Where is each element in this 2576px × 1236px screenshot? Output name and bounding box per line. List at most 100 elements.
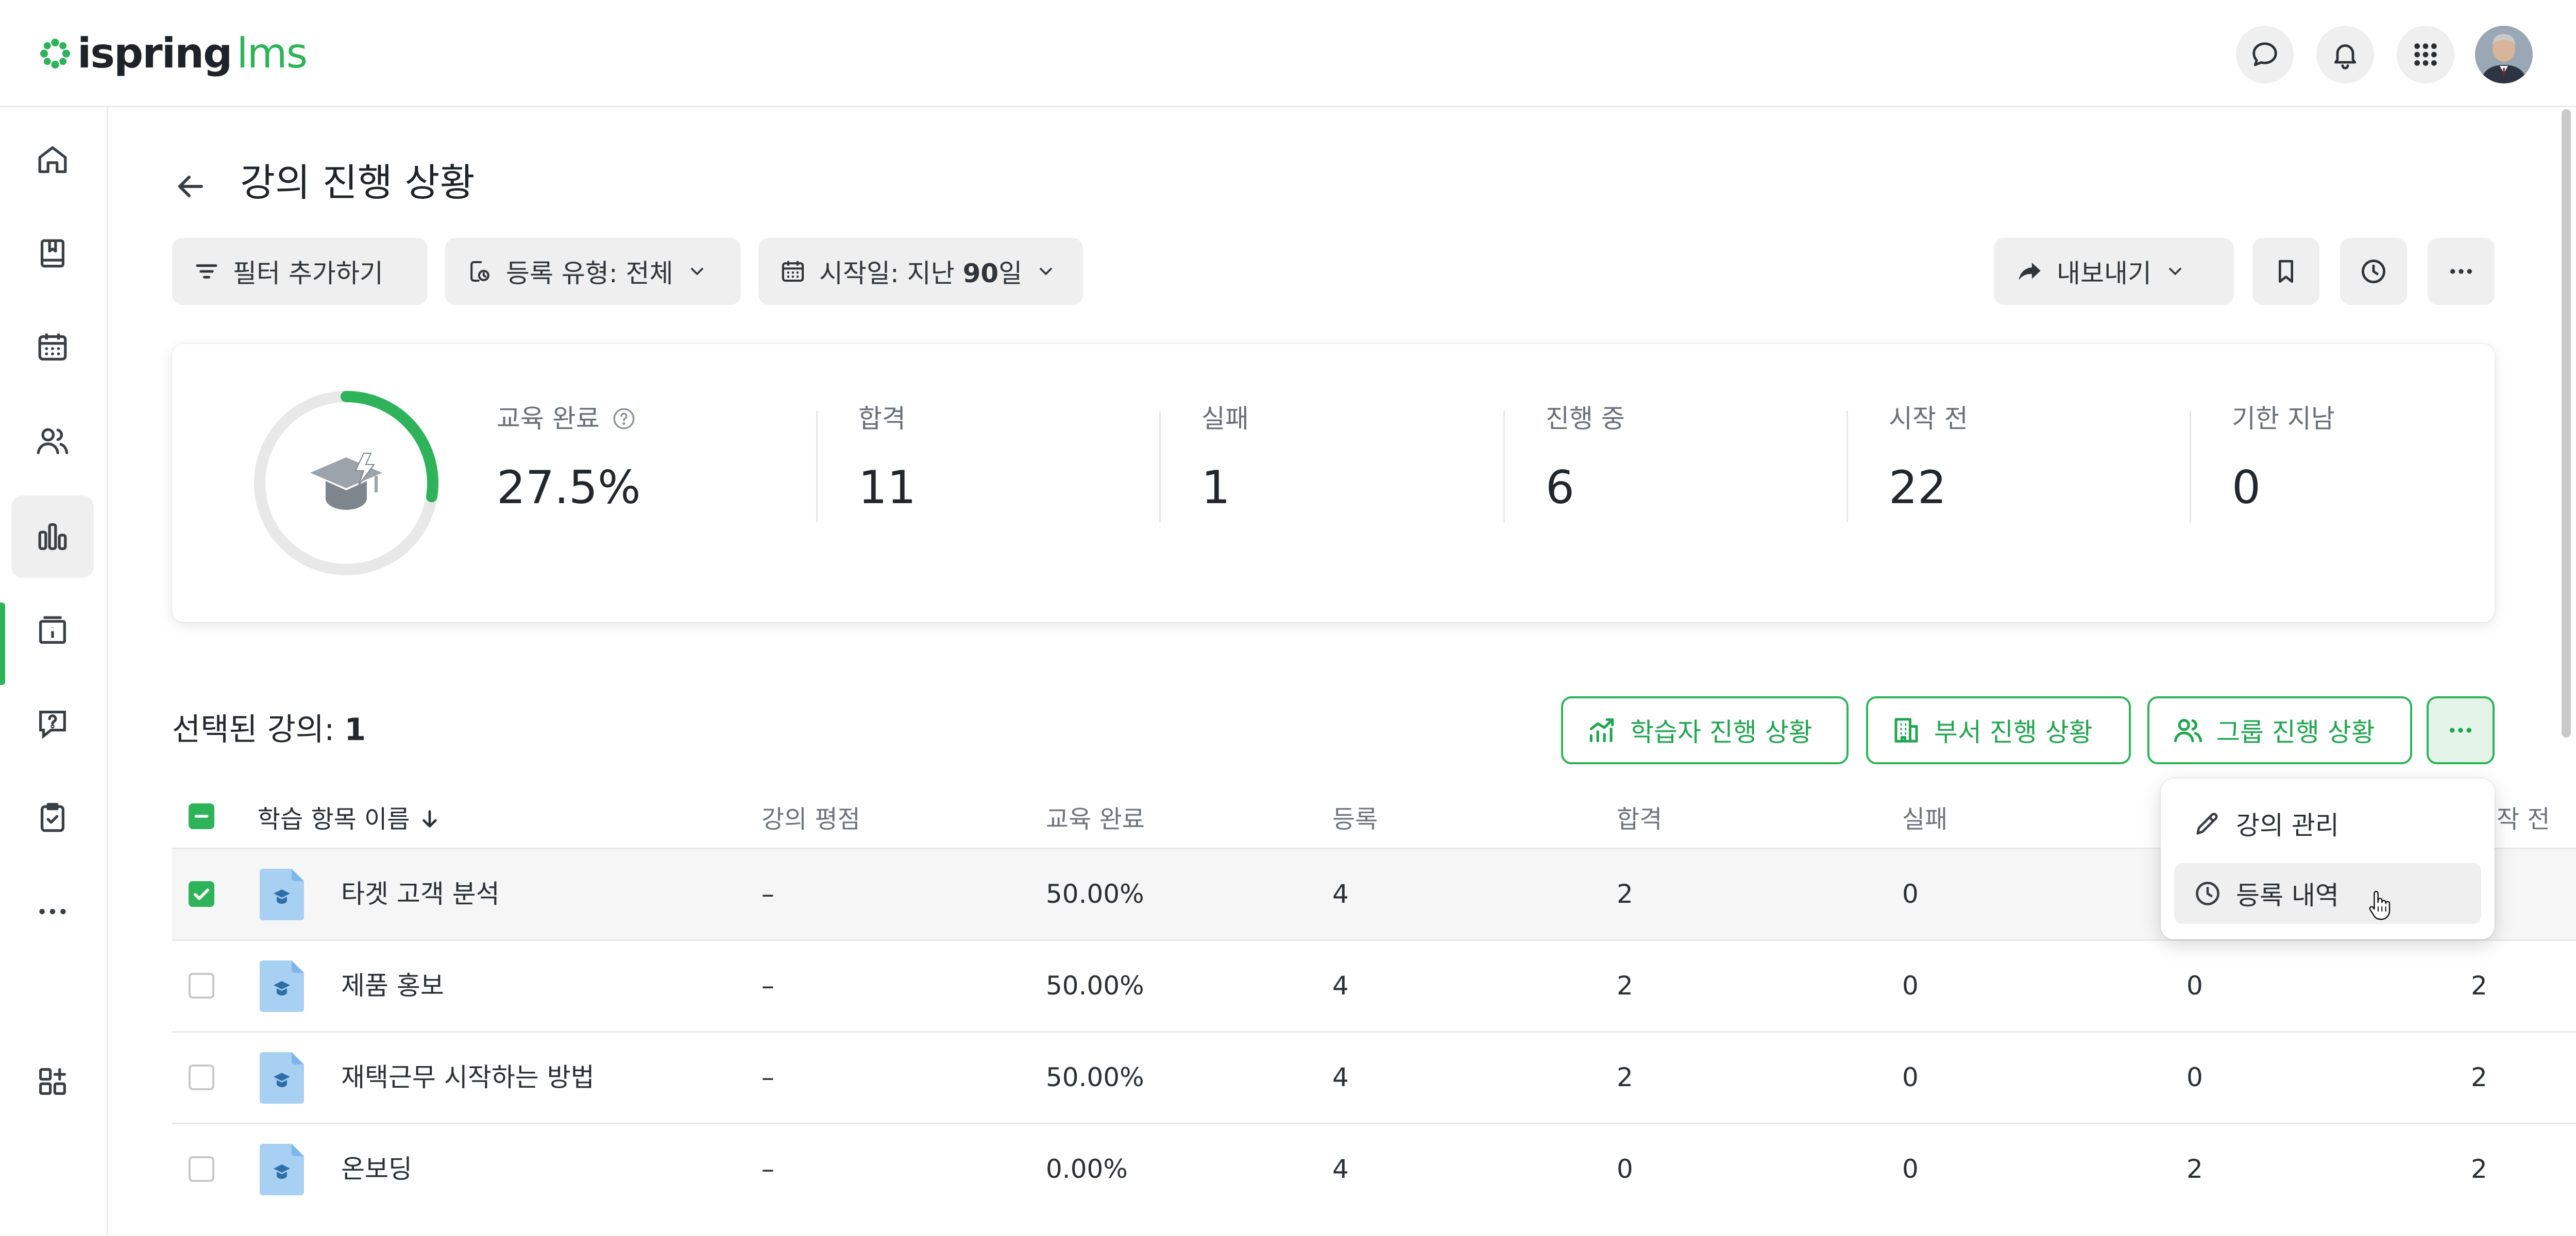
- row-in-progress: 2: [2187, 1154, 2203, 1184]
- row-name[interactable]: 제품 홍보: [341, 967, 444, 1005]
- stat-completion-label: 교육 완료: [497, 404, 600, 434]
- stat-divider: [2190, 411, 2191, 522]
- more-dots-icon: [39, 908, 66, 915]
- stat-divider: [816, 411, 818, 522]
- apps-grid-icon: [2414, 43, 2437, 66]
- trend-chart-icon: [1589, 718, 1614, 743]
- stat-failed-label: 실패: [1201, 404, 1249, 434]
- row-enrolled: 4: [1332, 971, 1349, 1001]
- column-completion[interactable]: 교육 완료: [1046, 801, 1145, 837]
- table-row[interactable]: 온보딩 – 0.00% 4 0 0 2 2: [172, 1123, 2576, 1214]
- back-button[interactable]: [172, 168, 209, 205]
- group-progress-button[interactable]: 그룹 진행 상황: [2147, 696, 2412, 764]
- row-checkbox[interactable]: [189, 881, 214, 907]
- enrollment-type-label: 등록 유형: 전체: [506, 259, 673, 288]
- row-name[interactable]: 재택근무 시작하는 방법: [341, 1058, 595, 1096]
- row-rating: –: [761, 971, 774, 1001]
- row-in-progress: 0: [2187, 971, 2203, 1001]
- nav-calendar[interactable]: [11, 306, 94, 388]
- start-date-suffix: 일: [998, 259, 1023, 288]
- menu-item-manage-course[interactable]: 강의 관리: [2174, 793, 2481, 854]
- start-date-label: 시작일: 지난 90일: [819, 253, 1022, 290]
- department-progress-label: 부서 진행 상황: [1934, 717, 2093, 747]
- history-button[interactable]: [2340, 238, 2407, 305]
- row-checkbox[interactable]: [189, 1065, 214, 1090]
- apps-button[interactable]: [2397, 26, 2454, 83]
- arrow-left-icon: [178, 176, 203, 197]
- side-nav: [0, 107, 108, 1236]
- selected-courses-label: 선택된 강의: 1: [172, 707, 366, 753]
- menu-item-enrollment-history[interactable]: 등록 내역: [2174, 863, 2481, 924]
- nav-assignments[interactable]: [11, 777, 94, 859]
- column-rating[interactable]: 강의 평점: [761, 801, 860, 837]
- row-failed: 0: [1902, 1154, 1919, 1184]
- start-date-filter[interactable]: 시작일: 지난 90일: [758, 238, 1083, 305]
- completion-donut-chart: [254, 391, 438, 575]
- stat-in-progress: 진행 중 6: [1546, 401, 1625, 516]
- selected-courses-text: 선택된 강의:: [172, 712, 345, 748]
- stat-failed-value: 1: [1201, 461, 1230, 514]
- column-name[interactable]: 학습 항목 이름: [258, 801, 442, 837]
- column-enrolled[interactable]: 등록: [1332, 801, 1378, 837]
- nav-questions[interactable]: [11, 683, 94, 765]
- nav-more[interactable]: [11, 870, 94, 953]
- row-checkbox[interactable]: [189, 1156, 214, 1182]
- share-arrow-icon: [2019, 263, 2041, 280]
- selected-courses-count: 1: [344, 712, 366, 748]
- chat-button[interactable]: [2236, 26, 2294, 83]
- nav-reports[interactable]: [11, 495, 94, 578]
- enrollment-type-filter[interactable]: 등록 유형: 전체: [445, 238, 741, 305]
- course-file-icon: [260, 1052, 304, 1104]
- row-passed: 2: [1617, 879, 1633, 909]
- table-row[interactable]: 재택근무 시작하는 방법 – 50.00% 4 2 0 0 2: [172, 1031, 2576, 1123]
- column-failed[interactable]: 실패: [1902, 801, 1947, 837]
- export-button[interactable]: 내보내기: [1994, 238, 2234, 305]
- info-board-icon: [39, 616, 66, 644]
- add-filter-button[interactable]: 필터 추가하기: [172, 238, 428, 305]
- pencil-icon: [2196, 813, 2218, 835]
- row-name[interactable]: 타겟 고객 분석: [341, 875, 500, 913]
- bookmark-button[interactable]: [2252, 238, 2319, 305]
- notifications-button[interactable]: [2316, 26, 2374, 83]
- clock-icon: [2196, 882, 2219, 905]
- start-date-value: 90: [962, 259, 999, 288]
- nav-add-widget[interactable]: [11, 1040, 94, 1123]
- more-options-button[interactable]: [2428, 238, 2495, 305]
- nav-library[interactable]: [11, 212, 94, 295]
- nav-users[interactable]: [11, 400, 94, 482]
- stat-not-started: 시작 전 22: [1889, 401, 1968, 516]
- department-progress-button[interactable]: 부서 진행 상황: [1866, 696, 2131, 764]
- logo-text-primary: ispring: [77, 29, 232, 77]
- stat-passed-label: 합격: [858, 404, 906, 434]
- row-name[interactable]: 온보딩: [341, 1150, 412, 1188]
- help-icon[interactable]: [611, 406, 637, 432]
- row-passed: 0: [1617, 1154, 1633, 1184]
- learner-progress-button[interactable]: 학습자 진행 상황: [1561, 696, 1849, 764]
- column-passed[interactable]: 합격: [1617, 801, 1662, 837]
- start-date-prefix: 시작일: 지난: [819, 259, 963, 288]
- chevron-down-icon: [1040, 268, 1053, 275]
- column-not-started[interactable]: 작 전: [2497, 801, 2550, 837]
- row-passed: 2: [1617, 971, 1633, 1001]
- more-actions-menu: 강의 관리 등록 내역: [2161, 779, 2495, 939]
- nav-info-board[interactable]: [11, 589, 94, 672]
- menu-item-enrollment-history-label: 등록 내역: [2236, 881, 2339, 911]
- user-avatar[interactable]: [2475, 26, 2533, 83]
- table-row[interactable]: 제품 홍보 – 50.00% 4 2 0 0 2: [172, 939, 2576, 1031]
- building-icon: [1894, 718, 1918, 743]
- minus-icon: [194, 815, 209, 818]
- row-checkbox[interactable]: [189, 973, 214, 999]
- bar-chart-icon: [38, 523, 67, 550]
- page-scrollbar[interactable]: [2562, 109, 2571, 737]
- bell-icon: [2334, 44, 2357, 70]
- more-actions-button[interactable]: [2427, 696, 2495, 764]
- ispring-logo[interactable]: ispring lms: [38, 29, 308, 77]
- calendar-icon: [782, 261, 804, 282]
- select-all-checkbox[interactable]: [189, 803, 214, 829]
- row-enrolled: 4: [1332, 1154, 1349, 1184]
- row-not-started: 2: [2471, 1154, 2487, 1184]
- nav-home[interactable]: [11, 118, 94, 201]
- row-enrolled: 4: [1332, 1062, 1349, 1092]
- nav-active-indicator: [0, 603, 5, 685]
- course-file-icon: [260, 960, 304, 1012]
